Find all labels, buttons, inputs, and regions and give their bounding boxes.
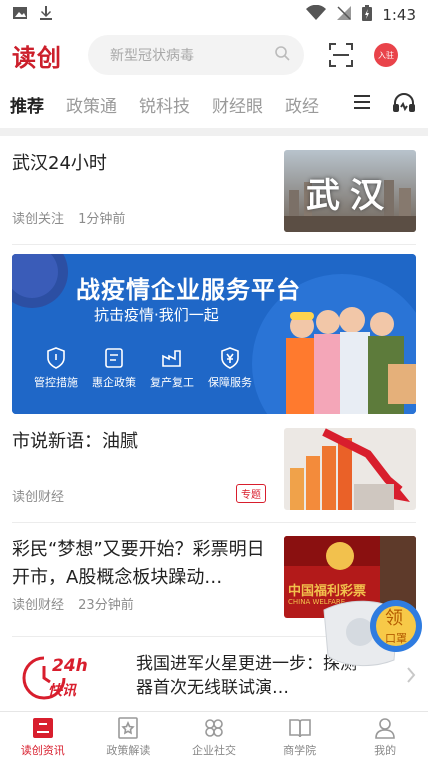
nav-label: 企业社交 [191, 743, 236, 757]
article-source: 读创财经 [12, 598, 65, 613]
nav-label: 读创资讯 [20, 743, 65, 757]
article-source: 读创财经 [12, 490, 65, 505]
search-icon[interactable] [274, 45, 290, 65]
float-label-main: 领 [385, 608, 403, 629]
book-icon [288, 718, 311, 737]
tab-finance[interactable]: 财经眼 [212, 92, 263, 117]
flash-badge-label: 快讯 [48, 683, 76, 699]
thumb-caption: 武汉 [306, 176, 394, 216]
signal-off-icon [336, 5, 352, 25]
nav-label: 商学院 [283, 743, 317, 757]
user-icon [375, 717, 395, 739]
banner-service-label: 管控措施 [34, 376, 78, 389]
article-source: 读创关注 [12, 212, 65, 227]
banner-service-list: 管控措施 惠企政策 复产复工 保障服务 [32, 346, 254, 390]
article-thumbnail[interactable]: 武汉 [284, 150, 416, 232]
yuan-shield-icon [221, 347, 239, 369]
category-tabs: 推荐 政策通 锐科技 财经眼 政经 [0, 80, 428, 128]
article-thumbnail[interactable] [284, 428, 416, 510]
status-bar: 1:43 [0, 0, 428, 30]
search-bar[interactable]: 新型冠状病毒 [88, 35, 304, 75]
banner-service-item[interactable]: 保障服务 [206, 346, 254, 390]
battery-icon [362, 5, 373, 25]
topic-tag: 专题 [236, 484, 266, 503]
nav-profile[interactable]: 我的 [342, 712, 428, 761]
image-icon [12, 5, 28, 25]
nav-policy[interactable]: 政策解读 [86, 712, 172, 761]
banner-service-item[interactable]: 管控措施 [32, 346, 80, 390]
banner-service-item[interactable]: 惠企政策 [90, 346, 138, 390]
epidemic-service-banner[interactable]: 战疫情企业服务平台 抗击疫情·我们一起 管控措施 惠企政策 复产复工 保障服务 [12, 254, 416, 414]
search-placeholder[interactable]: 新型冠状病毒 [110, 45, 194, 65]
headset-icon[interactable] [392, 92, 416, 118]
star-page-icon [118, 716, 139, 739]
banner-service-item[interactable]: 复产复工 [148, 346, 196, 390]
banner-service-label: 复产复工 [150, 376, 194, 389]
flash-badge: 24h 快讯 [20, 654, 90, 702]
get-mask-button[interactable]: 领 口罩 [318, 590, 424, 670]
nav-label: 我的 [374, 743, 397, 757]
flash-badge-24h: 24h [52, 656, 88, 676]
nav-social[interactable]: 企业社交 [171, 712, 257, 761]
app-logo[interactable]: 读创 [12, 38, 78, 73]
banner-service-label: 惠企政策 [92, 376, 136, 389]
article-meta: 读创关注 1分钟前 [12, 208, 125, 227]
factory-icon [162, 350, 181, 367]
tab-policy[interactable]: 政策通 [66, 92, 117, 117]
article-time: 23分钟前 [78, 598, 134, 613]
article-item[interactable]: 市说新语：油腻 读创财经 专题 [12, 428, 416, 510]
nav-label: 政策解读 [106, 743, 151, 757]
banner-subtitle: 抗击疫情·我们一起 [94, 306, 219, 324]
float-label-sub: 口罩 [385, 632, 407, 645]
menu-icon[interactable] [352, 92, 372, 116]
feed-divider [12, 522, 416, 523]
tab-divider [0, 128, 428, 136]
article-meta: 读创财经 23分钟前 [12, 594, 134, 613]
shield-icon [47, 347, 65, 369]
document-icon [105, 348, 123, 368]
download-icon [38, 5, 54, 25]
tab-recommend[interactable]: 推荐 [10, 92, 44, 117]
article-meta: 读创财经 [12, 486, 64, 505]
clover-icon [205, 718, 223, 737]
feed-divider [12, 244, 416, 245]
scan-icon[interactable] [328, 42, 354, 68]
article-time: 1分钟前 [78, 212, 126, 227]
mask-icon [323, 600, 422, 667]
tab-tech[interactable]: 锐科技 [139, 92, 190, 117]
banner-service-label: 保障服务 [208, 376, 252, 389]
clock: 1:43 [382, 6, 416, 24]
wifi-icon [306, 4, 327, 25]
bottom-navigation: 读创资讯 政策解读 企业社交 商学院 我的 [0, 711, 428, 761]
nav-news[interactable]: 读创资讯 [0, 712, 86, 761]
nav-academy[interactable]: 商学院 [257, 712, 343, 761]
news-icon [32, 717, 53, 738]
join-avatar[interactable]: 入驻 [374, 43, 398, 67]
app-header: 读创 新型冠状病毒 入驻 [0, 30, 428, 80]
article-item[interactable]: 武汉24小时 读创关注 1分钟前 武汉 [12, 150, 416, 246]
tab-politics[interactable]: 政经 [285, 92, 319, 117]
article-title[interactable]: 彩民“梦想”又要开始？彩票明日开市，A股概念板块躁动… [12, 536, 272, 592]
banner-title: 战疫情企业服务平台 [76, 276, 301, 304]
